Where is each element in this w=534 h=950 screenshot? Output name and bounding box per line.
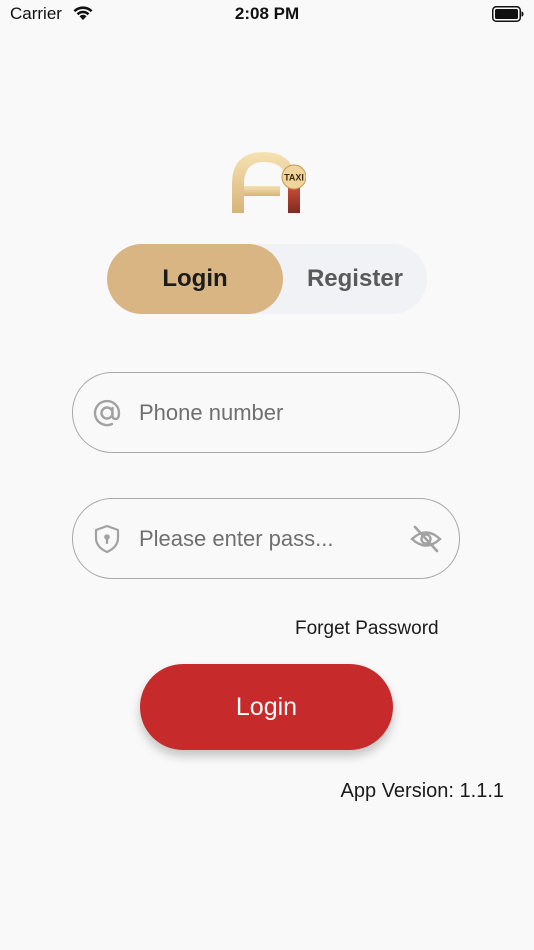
auth-mode-switch: Login Register	[107, 244, 427, 314]
at-sign-icon	[93, 399, 121, 427]
login-button[interactable]: Login	[140, 664, 393, 750]
clock: 2:08 PM	[234, 4, 300, 23]
tab-register[interactable]: Register	[283, 244, 427, 314]
tab-login[interactable]: Login	[107, 244, 283, 314]
password-input[interactable]	[139, 517, 399, 561]
shield-lock-icon	[94, 524, 120, 554]
password-field[interactable]	[72, 498, 460, 579]
phone-input[interactable]	[139, 391, 399, 435]
phone-field[interactable]	[72, 372, 460, 453]
eye-off-icon[interactable]	[409, 523, 443, 555]
app-logo: TAXI	[232, 152, 306, 213]
forget-password-link[interactable]: Forget Password	[295, 618, 439, 640]
battery-full-icon	[492, 6, 524, 22]
app-version-label: App Version: 1.1.1	[340, 780, 504, 802]
logo-badge-text: TAXI	[284, 173, 304, 183]
status-bar: Carrier 2:08 PM	[0, 0, 534, 32]
